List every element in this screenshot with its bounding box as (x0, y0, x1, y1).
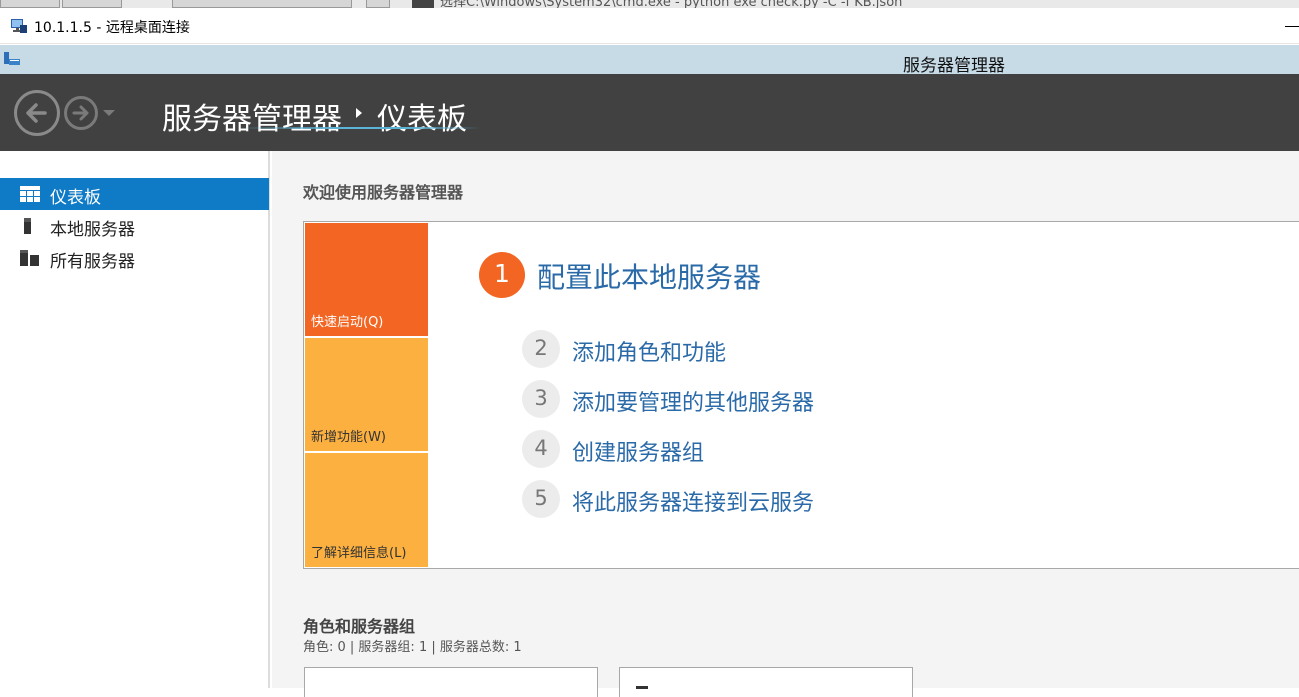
tile-quick-start[interactable]: 快速启动(Q) (305, 223, 428, 336)
step-add-roles: 2 添加角色和功能 (522, 330, 1122, 370)
back-button[interactable] (14, 90, 60, 136)
local-server-icon (24, 218, 31, 234)
breadcrumb-root[interactable]: 服务器管理器 (162, 94, 342, 138)
cmd-window-icon (412, 0, 434, 8)
step-number: 2 (534, 336, 548, 360)
step-add-servers: 3 添加要管理的其他服务器 (522, 380, 1122, 420)
welcome-heading: 欢迎使用服务器管理器 (303, 183, 464, 202)
sidebar-item-label: 本地服务器 (50, 220, 135, 240)
role-card[interactable] (619, 667, 913, 697)
host-taskbar-tab[interactable] (0, 0, 60, 8)
tile-whats-new[interactable]: 新增功能(W) (305, 338, 428, 451)
host-taskbar-tab[interactable] (172, 0, 352, 8)
arrow-right-icon (72, 105, 89, 121)
add-servers-link[interactable]: 添加要管理的其他服务器 (572, 385, 814, 417)
breadcrumb-underline (240, 127, 480, 129)
step-number-badge: 3 (522, 380, 560, 418)
app-window-title: 服务器管理器 (903, 56, 1005, 76)
roles-summary: 角色: 0 | 服务器组: 1 | 服务器总数: 1 (303, 640, 522, 655)
breadcrumb-separator-icon (356, 108, 362, 118)
server-manager-icon[interactable] (2, 50, 22, 68)
rdp-window-title: 10.1.1.5 - 远程桌面连接 (34, 20, 190, 36)
host-taskbar-tab[interactable] (62, 0, 122, 8)
minimize-button[interactable] (1285, 26, 1299, 27)
step-number-badge: 5 (522, 480, 560, 518)
create-server-group-link[interactable]: 创建服务器组 (572, 435, 704, 467)
arrow-left-icon (26, 103, 47, 123)
quick-start-panel: 快速启动(Q) 新增功能(W) 了解详细信息(L) 1 配置此本地服务器 2 添… (303, 221, 1299, 569)
connect-cloud-link[interactable]: 将此服务器连接到云服务 (572, 485, 814, 517)
tile-learn-more[interactable]: 了解详细信息(L) (305, 453, 428, 567)
sidebar-item-label: 所有服务器 (50, 252, 135, 272)
sidebar-item-label: 仪表板 (50, 188, 101, 208)
step-number: 5 (534, 486, 548, 510)
configure-local-server-link[interactable]: 配置此本地服务器 (537, 256, 761, 296)
tile-label: 了解详细信息(L) (311, 546, 407, 561)
step-number: 3 (534, 386, 548, 410)
host-window-title: 选择C:\Windows\System32\cmd.exe - python e… (440, 0, 903, 8)
sidebar: 仪表板 本地服务器 所有服务器 (0, 151, 270, 688)
step-number-badge: 2 (522, 330, 560, 368)
host-window-strip: 选择C:\Windows\System32\cmd.exe - python e… (0, 0, 1299, 8)
page-header: 服务器管理器 仪表板 (0, 74, 1299, 151)
main-content: 欢迎使用服务器管理器 快速启动(Q) 新增功能(W) 了解详细信息(L) 1 配… (272, 151, 1299, 697)
step-number-badge: 1 (479, 252, 525, 298)
add-roles-link[interactable]: 添加角色和功能 (572, 335, 726, 367)
sidebar-item-local-server[interactable]: 本地服务器 (0, 210, 269, 242)
step-number: 1 (494, 259, 510, 288)
step-connect-cloud: 5 将此服务器连接到云服务 (522, 480, 1122, 520)
dashboard-icon (20, 186, 40, 202)
all-servers-icon (20, 250, 39, 266)
tile-label: 快速启动(Q) (311, 315, 384, 330)
role-card[interactable] (304, 667, 598, 697)
tile-label: 新增功能(W) (311, 430, 386, 445)
step-create-group: 4 创建服务器组 (522, 430, 1122, 470)
sidebar-item-all-servers[interactable]: 所有服务器 (0, 242, 269, 274)
sidebar-item-dashboard[interactable]: 仪表板 (0, 178, 269, 210)
breadcrumb-current: 仪表板 (377, 102, 467, 137)
step-number: 4 (534, 436, 548, 460)
app-title-bar: 服务器管理器 (0, 45, 1299, 76)
host-taskbar-tab[interactable] (366, 0, 390, 8)
step-number-badge: 4 (522, 430, 560, 468)
rdp-title-bar: 10.1.1.5 - 远程桌面连接 (0, 8, 1299, 44)
roles-section-title: 角色和服务器组 (303, 617, 416, 636)
remote-desktop-icon (11, 19, 27, 33)
chevron-down-icon[interactable] (103, 110, 115, 116)
forward-button[interactable] (64, 96, 98, 130)
